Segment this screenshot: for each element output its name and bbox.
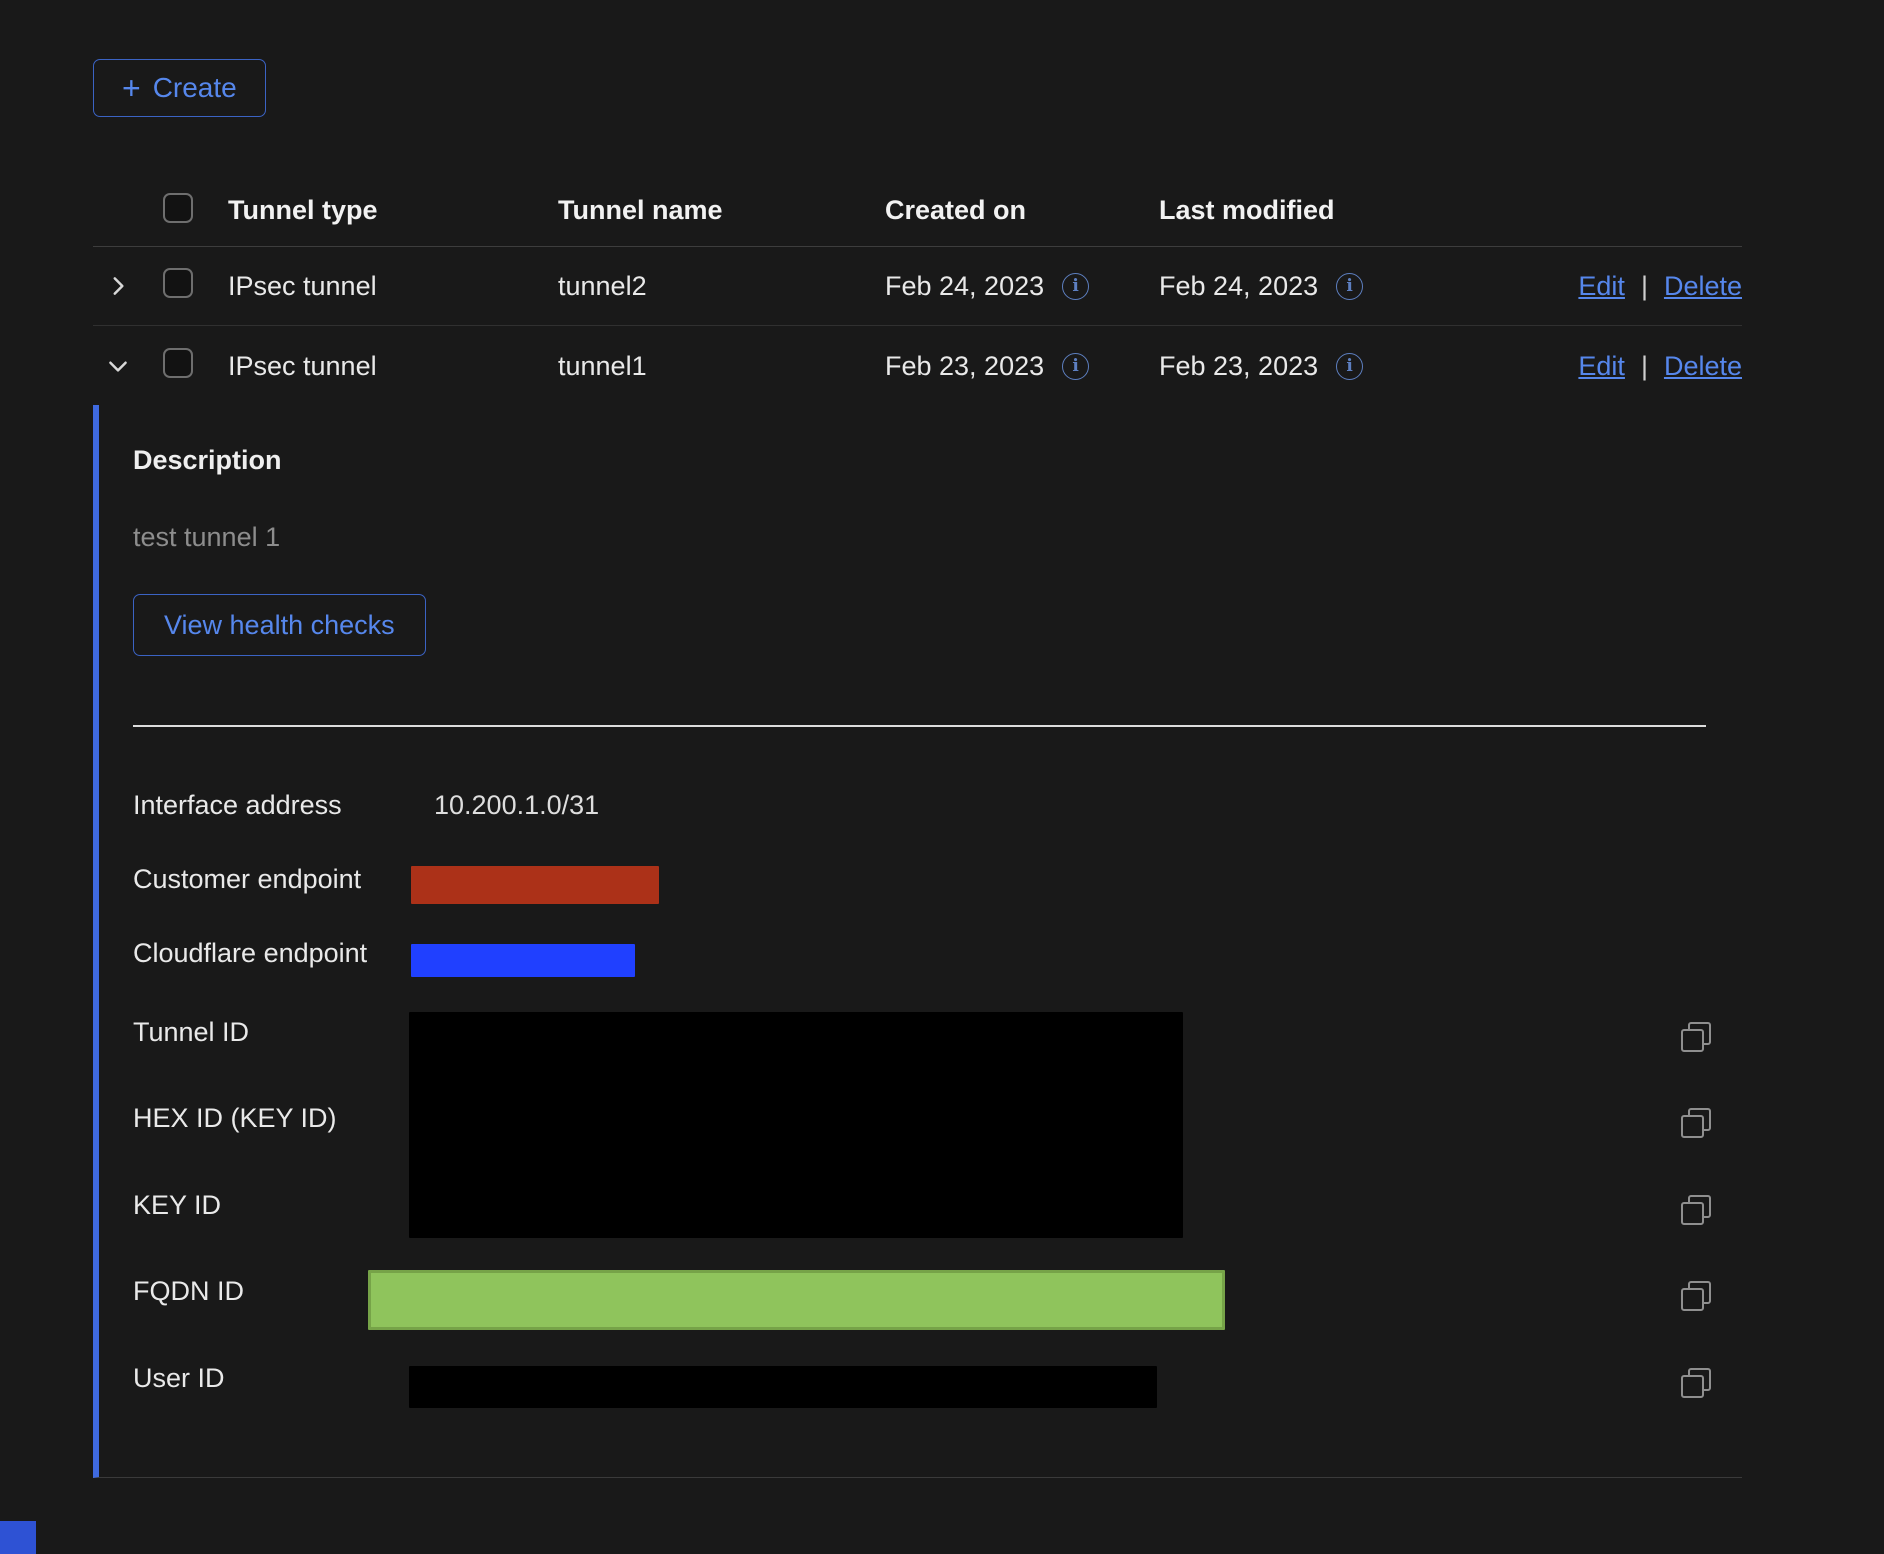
view-health-checks-button[interactable]: View health checks (133, 594, 426, 656)
table-row-tunnel1: IPsec tunnel tunnel1 Feb 23, 2023 i Feb … (93, 326, 1742, 406)
hex-id-label: HEX ID (KEY ID) (133, 1103, 337, 1134)
delete-link[interactable]: Delete (1664, 271, 1742, 302)
last-modified-cell: Feb 24, 2023 i (1159, 271, 1539, 302)
tunnel-name-cell: tunnel2 (558, 271, 885, 302)
row-actions-cell: Edit | Delete (1539, 351, 1742, 382)
delete-link[interactable]: Delete (1664, 351, 1742, 382)
user-id-redaction (409, 1366, 1157, 1408)
copy-user-id-icon[interactable] (1681, 1368, 1711, 1398)
info-glyph: i (1346, 278, 1352, 295)
key-id-label: KEY ID (133, 1190, 221, 1221)
row-checkbox[interactable] (163, 268, 193, 298)
created-on-cell: Feb 24, 2023 i (885, 271, 1159, 302)
plus-icon: + (122, 72, 141, 104)
select-all-cell (163, 193, 228, 228)
interface-address-label: Interface address (133, 790, 342, 821)
row-actions-cell: Edit | Delete (1539, 271, 1742, 302)
created-on-cell: Feb 23, 2023 i (885, 351, 1159, 382)
tunnel-type-cell: IPsec tunnel (228, 271, 558, 302)
create-button-label: Create (153, 72, 237, 104)
chevron-down-icon[interactable] (105, 353, 131, 379)
customer-endpoint-label: Customer endpoint (133, 864, 361, 895)
info-glyph: i (1072, 278, 1078, 295)
copy-fqdn-id-icon[interactable] (1681, 1281, 1711, 1311)
expander-cell (93, 353, 163, 379)
column-header-tunnel-type: Tunnel type (228, 195, 558, 226)
cloudflare-endpoint-label: Cloudflare endpoint (133, 938, 367, 969)
last-modified-cell: Feb 23, 2023 i (1159, 351, 1539, 382)
interface-address-value: 10.200.1.0/31 (434, 790, 599, 821)
section-divider (133, 725, 1706, 727)
copy-hex-id-icon[interactable] (1681, 1108, 1711, 1138)
tunnel-name-cell: tunnel1 (558, 351, 885, 382)
created-on-value: Feb 23, 2023 (885, 351, 1044, 382)
info-icon[interactable]: i (1062, 273, 1089, 300)
copy-key-id-icon[interactable] (1681, 1195, 1711, 1225)
info-icon[interactable]: i (1336, 273, 1363, 300)
actions-separator: | (1641, 351, 1648, 382)
tunnel-type-cell: IPsec tunnel (228, 351, 558, 382)
info-icon[interactable]: i (1062, 353, 1089, 380)
fqdn-id-label: FQDN ID (133, 1276, 244, 1307)
cloudflare-endpoint-redaction (411, 944, 635, 977)
table-header-row: Tunnel type Tunnel name Created on Last … (93, 175, 1742, 247)
created-on-value: Feb 24, 2023 (885, 271, 1044, 302)
copy-tunnel-id-icon[interactable] (1681, 1022, 1711, 1052)
table-row-tunnel2: IPsec tunnel tunnel2 Feb 24, 2023 i Feb … (93, 247, 1742, 326)
tunnel-id-label: Tunnel ID (133, 1017, 249, 1048)
last-modified-value: Feb 23, 2023 (1159, 351, 1318, 382)
tunnel-detail-panel: Description test tunnel 1 View health ch… (93, 405, 1742, 1478)
row-checkbox-cell (163, 348, 228, 385)
actions-separator: | (1641, 271, 1648, 302)
column-header-created-on: Created on (885, 195, 1159, 226)
info-glyph: i (1346, 358, 1352, 375)
corner-accent-square (0, 1521, 36, 1554)
info-icon[interactable]: i (1336, 353, 1363, 380)
row-checkbox[interactable] (163, 348, 193, 378)
description-label: Description (133, 445, 282, 476)
user-id-label: User ID (133, 1363, 225, 1394)
create-button[interactable]: + Create (93, 59, 266, 117)
edit-link[interactable]: Edit (1578, 351, 1625, 382)
expander-cell (93, 273, 163, 299)
info-glyph: i (1072, 358, 1078, 375)
column-header-tunnel-name: Tunnel name (558, 195, 885, 226)
last-modified-value: Feb 24, 2023 (1159, 271, 1318, 302)
row-checkbox-cell (163, 268, 228, 305)
customer-endpoint-redaction (411, 866, 659, 904)
select-all-checkbox[interactable] (163, 193, 193, 223)
tunnels-table: Tunnel type Tunnel name Created on Last … (93, 175, 1742, 406)
fqdn-id-redaction (368, 1270, 1225, 1330)
edit-link[interactable]: Edit (1578, 271, 1625, 302)
column-header-last-modified: Last modified (1159, 195, 1539, 226)
description-value: test tunnel 1 (133, 522, 280, 553)
tunnels-page: + Create Tunnel type Tunnel name Created… (0, 0, 1884, 1554)
view-health-checks-label: View health checks (164, 610, 395, 641)
chevron-right-icon[interactable] (105, 273, 131, 299)
ids-redaction-block (409, 1012, 1183, 1238)
